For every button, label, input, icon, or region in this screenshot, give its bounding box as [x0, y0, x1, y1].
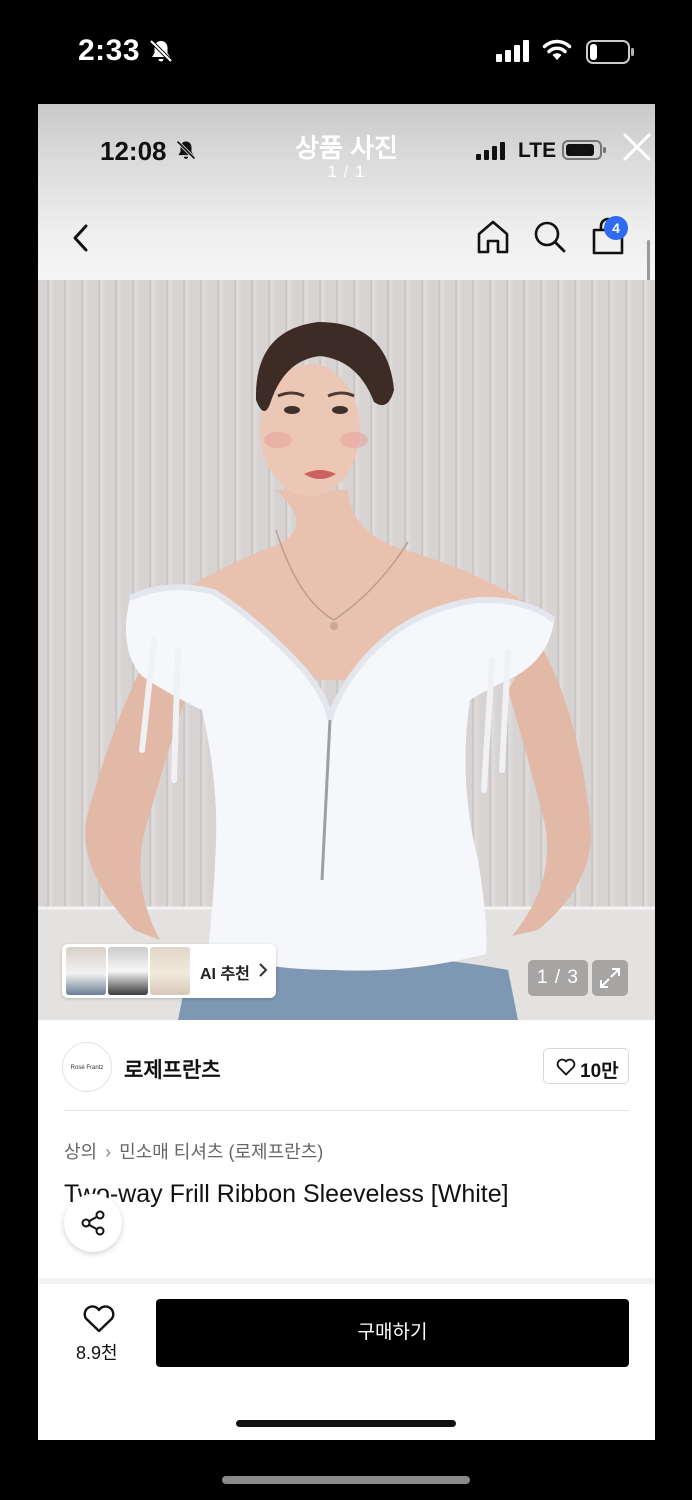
bell-slash-icon [149, 39, 173, 63]
ai-recommend-button[interactable]: AI 추천 [62, 944, 276, 998]
battery-icon [586, 40, 634, 64]
image-page-indicator: 1 / 3 [528, 960, 588, 996]
ai-thumbnail [108, 947, 148, 995]
home-indicator [236, 1420, 456, 1427]
bottom-action-bar: 8.9천 구매하기 [38, 1284, 655, 1440]
ai-thumbnail [150, 947, 190, 995]
home-indicator [222, 1476, 470, 1484]
ai-thumbnail [66, 947, 106, 995]
divider [64, 1110, 629, 1111]
home-icon[interactable] [476, 219, 510, 255]
wish-count: 8.9천 [76, 1343, 118, 1363]
brand-name[interactable]: 로제프란츠 [124, 1054, 221, 1084]
photo-viewer-header: 12:08 상품 사진 1 / 1 LTE 4 [38, 104, 655, 306]
expand-button[interactable] [592, 960, 628, 996]
heart-icon [556, 1058, 576, 1076]
close-icon[interactable] [620, 130, 654, 164]
signal-icon [476, 142, 505, 160]
product-image[interactable]: AI 추천 1 / 3 [38, 280, 655, 1020]
breadcrumb: 상의 › 민소매 티셔츠 (로제프란츠) [64, 1138, 323, 1164]
back-icon[interactable] [66, 218, 96, 258]
expand-icon [600, 968, 620, 988]
share-icon [81, 1210, 105, 1236]
app-screenshot: 12:08 상품 사진 1 / 1 LTE 4 AI 추천 1 / 3 Rosé… [38, 104, 655, 1440]
viewer-count: 1 / 1 [327, 162, 366, 181]
product-photo [38, 322, 655, 1020]
heart-icon[interactable] [82, 1304, 116, 1334]
network-type: LTE [518, 139, 557, 162]
brand-like-button[interactable]: 10만 [543, 1048, 629, 1084]
cart-badge: 4 [604, 216, 628, 240]
outer-time: 2:33 [78, 34, 141, 67]
product-title: Two-way Frill Ribbon Sleeveless [White] [64, 1180, 509, 1208]
chevron-right-icon: › [105, 1142, 112, 1162]
battery-icon [562, 140, 606, 160]
breadcrumb-item[interactable]: 상의 [64, 1138, 97, 1164]
breadcrumb-item[interactable]: 민소매 티셔츠 (로제프란츠) [119, 1138, 323, 1164]
ai-recommend-label: AI 추천 [200, 966, 250, 983]
share-button[interactable] [64, 1194, 122, 1252]
signal-icon [496, 40, 529, 62]
search-icon[interactable] [532, 219, 566, 255]
brand-like-count: 10만 [580, 1061, 619, 1082]
chevron-right-icon [259, 963, 268, 977]
brand-row[interactable]: Rosé Frantz 로제프란츠 10만 [38, 1020, 655, 1112]
buy-button[interactable]: 구매하기 [156, 1299, 629, 1367]
wifi-icon [542, 39, 572, 60]
outer-status-bar: 2:33 [0, 0, 692, 104]
brand-logo[interactable]: Rosé Frantz [62, 1042, 112, 1092]
